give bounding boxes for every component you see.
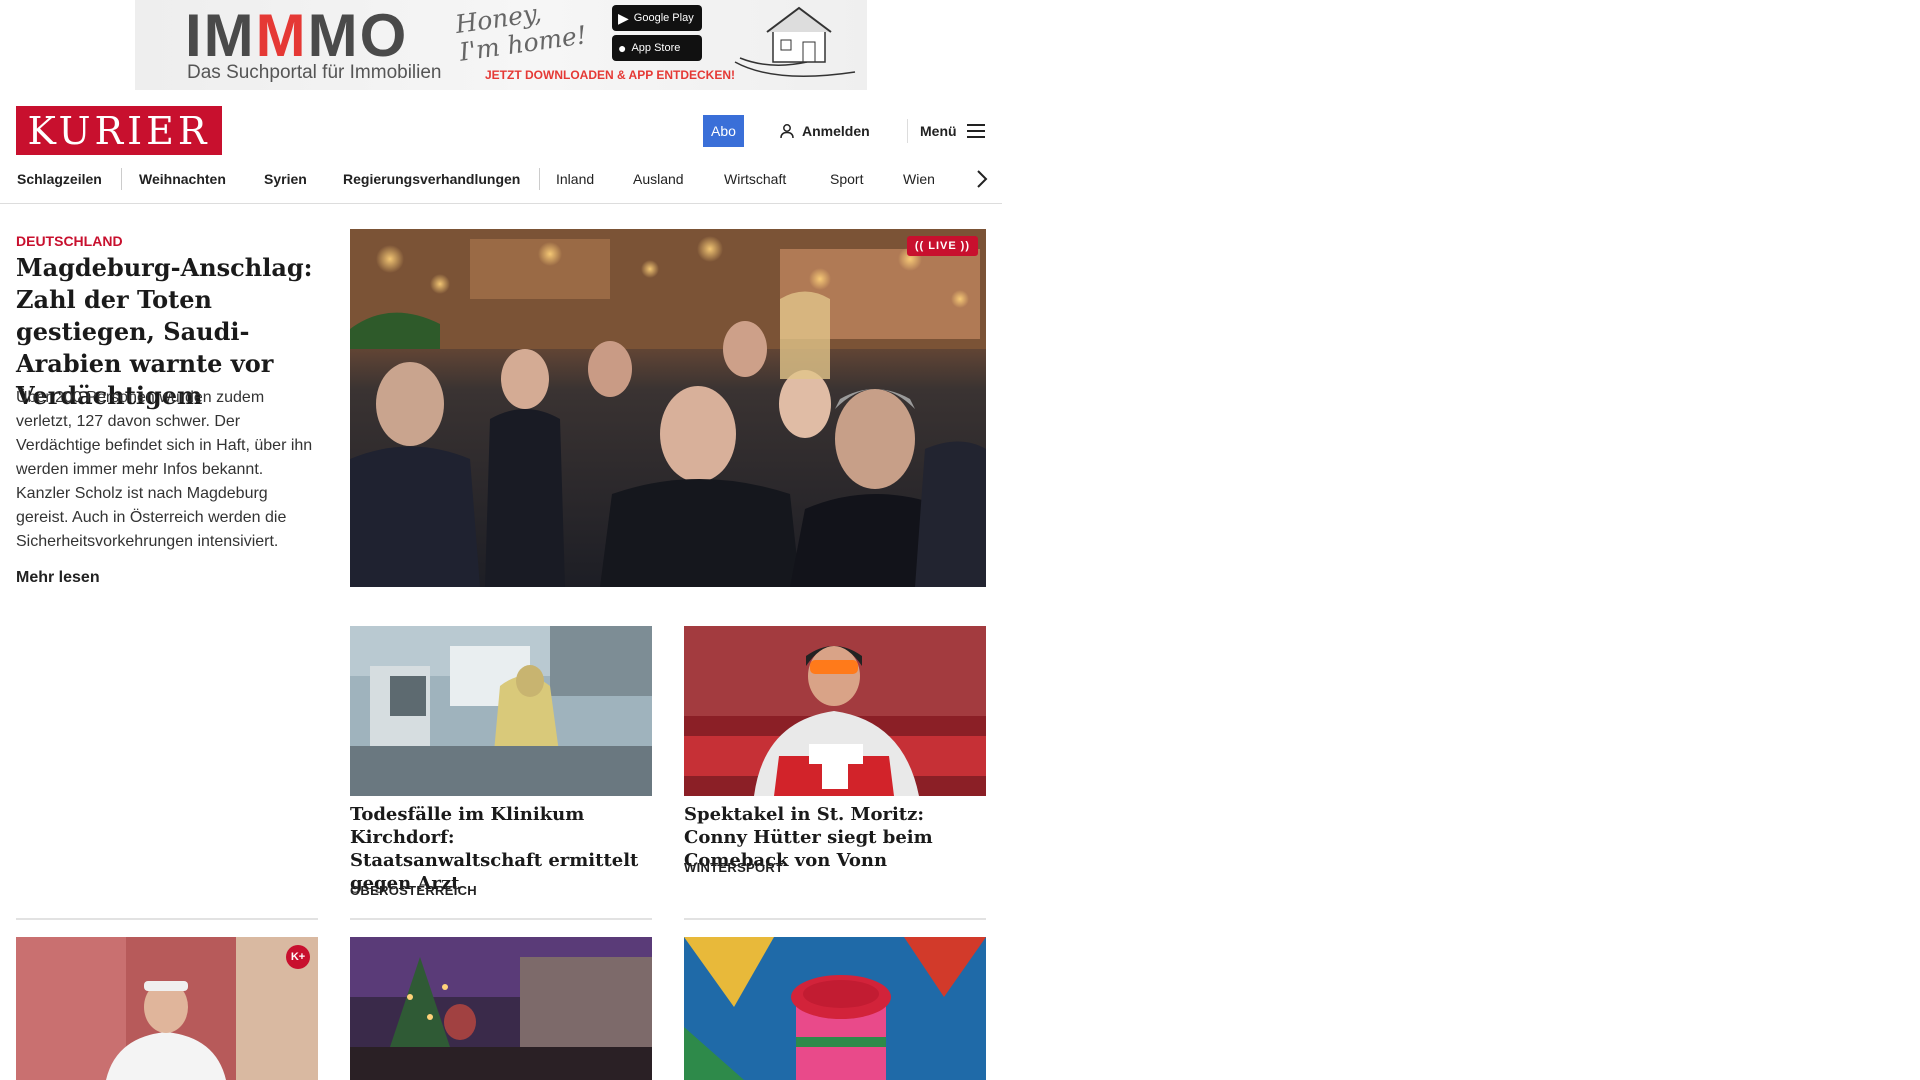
google-play-badge[interactable]: ▶ Google Play (612, 5, 702, 31)
read-more-link[interactable]: Mehr lesen (16, 569, 100, 587)
lead-image[interactable]: (( LIVE )) (350, 229, 986, 587)
nav-item-syrien[interactable]: Syrien (264, 160, 307, 198)
divider (16, 918, 318, 920)
ad-cta: JETZT DOWNLOADEN & APP ENTDECKEN! (485, 68, 736, 82)
ad-slogan: Honey, I'm home! (453, 0, 589, 67)
play-icon: ▶ (618, 9, 629, 26)
header-divider (907, 119, 908, 143)
menu-button[interactable]: Menü (920, 115, 985, 147)
live-badge: (( LIVE )) (906, 236, 978, 256)
card-image-st-moritz[interactable] (684, 626, 986, 796)
immmo-ad-banner[interactable]: IMMMO Das Suchportal für Immobilien Hone… (135, 0, 867, 90)
login-label: Anmelden (802, 123, 870, 139)
nav-item-wirtschaft[interactable]: Wirtschaft (724, 160, 786, 198)
hamburger-icon (966, 124, 985, 138)
bottom-image-butcher[interactable]: K+ (16, 937, 318, 1080)
section-nav: Schlagzeilen Weihnachten Syrien Regierun… (0, 160, 1002, 204)
house-hand-illustration (734, 6, 856, 77)
nav-item-wien[interactable]: Wien (903, 160, 935, 198)
chevron-right-icon[interactable] (968, 164, 996, 194)
nav-item-ausland[interactable]: Ausland (633, 160, 684, 198)
nav-item-sport[interactable]: Sport (830, 160, 863, 198)
skier-photo (684, 626, 986, 796)
live-signal-icon: (( (914, 240, 925, 252)
kplus-badge: K+ (286, 945, 310, 969)
nav-item-schlagzeilen[interactable]: Schlagzeilen (17, 160, 102, 198)
card-kicker[interactable]: WINTERSPORT (684, 860, 783, 875)
nav-item-regierungsverhandlungen[interactable]: Regierungsverhandlungen (343, 160, 520, 198)
app-store-badge[interactable]: ● App Store (612, 35, 702, 61)
crowd-photo (350, 229, 986, 587)
butcher-photo (16, 937, 318, 1080)
abo-button[interactable]: Abo (703, 115, 744, 147)
apple-icon: ● (618, 40, 627, 56)
login-button[interactable]: Anmelden (779, 115, 870, 147)
hospital-photo (350, 626, 652, 796)
lead-teaser: Über 200 Personen wurden zudem verletzt,… (16, 389, 313, 550)
decorated-tin-photo (684, 937, 986, 1080)
nav-item-weihnachten[interactable]: Weihnachten (139, 160, 226, 198)
nav-separator (121, 168, 122, 190)
ad-tagline: Das Suchportal für Immobilien (187, 62, 442, 83)
christmas-market-photo (350, 937, 652, 1080)
bottom-image-market[interactable] (350, 937, 652, 1080)
nav-item-inland[interactable]: Inland (556, 160, 594, 198)
card-image-klinikum[interactable] (350, 626, 652, 796)
card-kicker[interactable]: OBERÖSTERREICH (350, 883, 477, 898)
card-headline[interactable]: Todesfälle im Klinikum Kirchdorf: Staats… (350, 803, 652, 895)
divider (350, 918, 652, 920)
user-icon (780, 124, 794, 139)
kurier-logo[interactable]: KURIER (16, 106, 222, 155)
lead-kicker[interactable]: DEUTSCHLAND (16, 233, 123, 249)
nav-separator (539, 168, 540, 190)
menu-label: Menü (920, 123, 957, 139)
live-signal-icon: )) (960, 240, 970, 252)
ad-logo: IMMMO (185, 2, 409, 69)
bottom-image-tin[interactable] (684, 937, 986, 1080)
divider (684, 918, 986, 920)
